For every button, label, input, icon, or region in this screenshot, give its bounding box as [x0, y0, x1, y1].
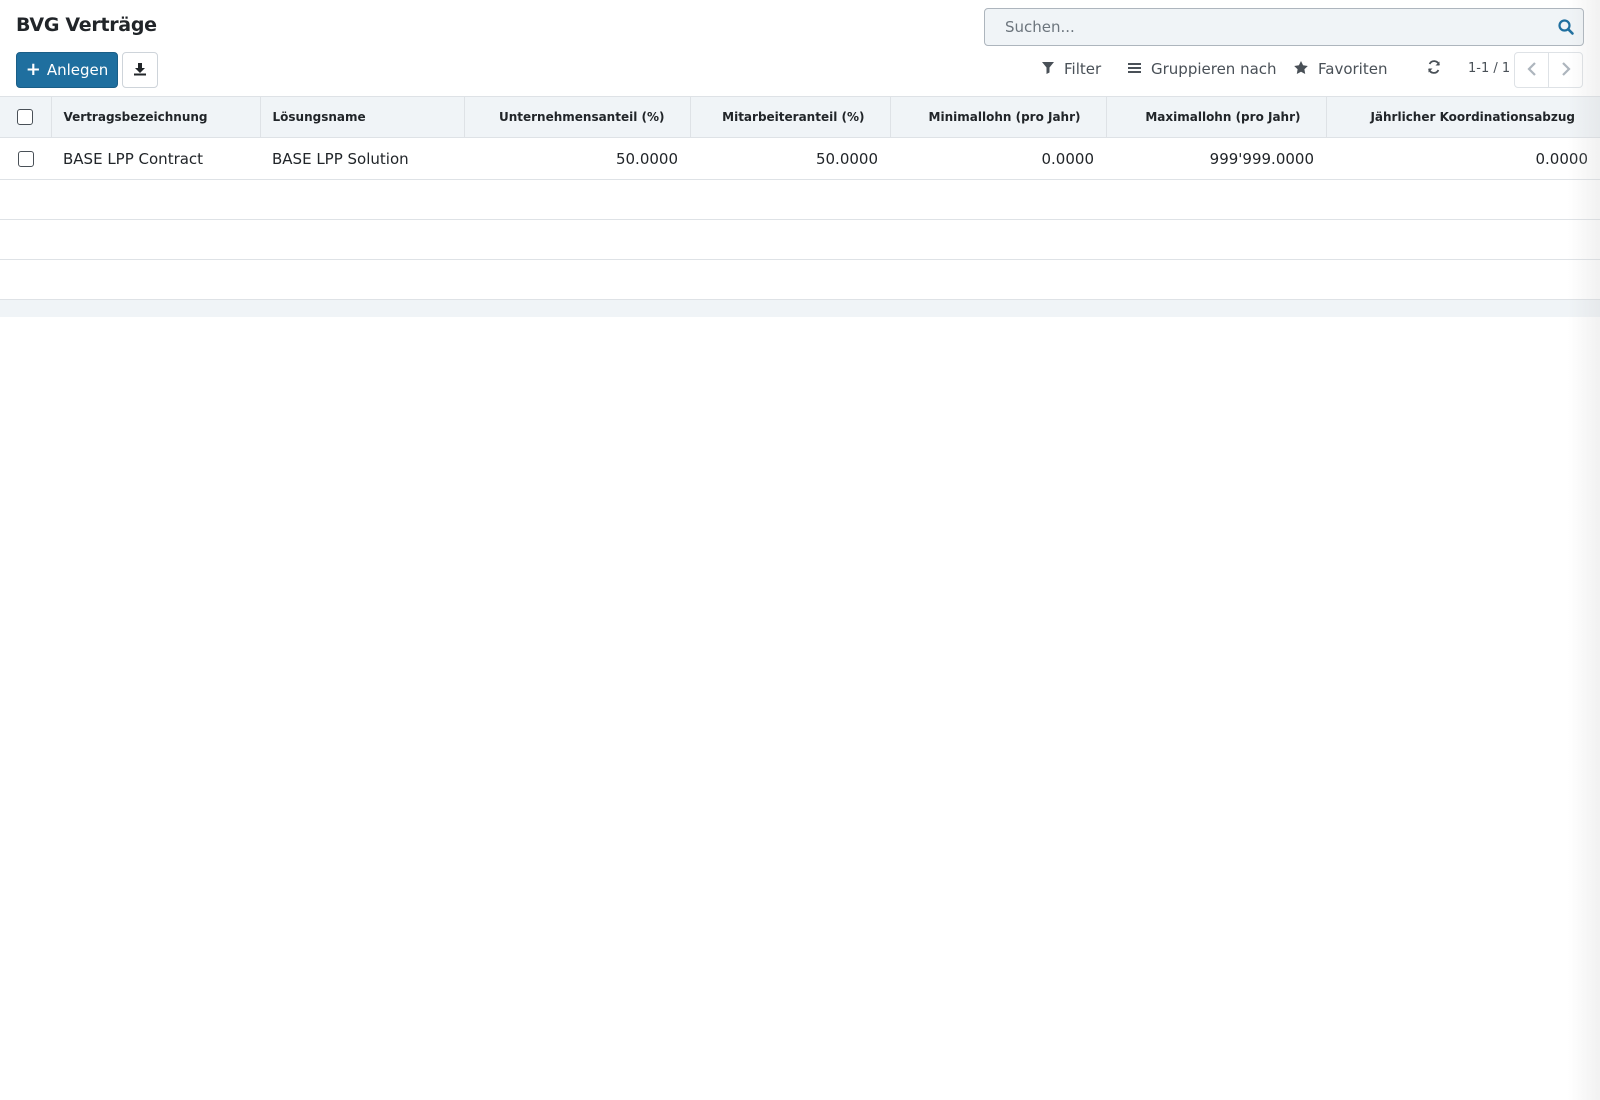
search-icon[interactable]: [1557, 18, 1575, 36]
column-header-min-wage[interactable]: Minimallohn (pro Jahr): [890, 96, 1107, 138]
column-header-solution-name[interactable]: Lösungsname: [260, 96, 465, 138]
cell-employee-share[interactable]: 50.0000: [690, 137, 890, 180]
pager-next-button[interactable]: [1548, 52, 1583, 88]
column-header-employee-share[interactable]: Mitarbeiteranteil (%): [690, 96, 891, 138]
empty-row: [0, 179, 1600, 220]
download-button[interactable]: [122, 52, 158, 88]
cell-min-wage[interactable]: 0.0000: [890, 137, 1106, 180]
download-icon: [133, 61, 147, 80]
cell-company-share[interactable]: 50.0000: [464, 137, 690, 180]
column-header-company-share[interactable]: Unternehmensanteil (%): [464, 96, 691, 138]
pager-previous-button[interactable]: [1514, 52, 1549, 88]
table-footer-row: [0, 299, 1600, 317]
select-all-checkbox[interactable]: [17, 109, 34, 125]
refresh-icon: [1427, 60, 1441, 78]
star-icon: [1294, 60, 1308, 78]
column-header-contract-name[interactable]: Vertragsbezeichnung: [51, 96, 261, 138]
group-by-button[interactable]: Gruppieren nach: [1128, 58, 1277, 80]
row-checkbox-cell[interactable]: [0, 137, 51, 180]
column-header-max-wage[interactable]: Maximallohn (pro Jahr): [1106, 96, 1327, 138]
cell-solution-name[interactable]: BASE LPP Solution: [260, 137, 464, 180]
filter-icon: [1042, 60, 1054, 78]
contracts-table: Vertragsbezeichnung Lösungsname Unterneh…: [0, 96, 1600, 317]
empty-row: [0, 259, 1600, 300]
chevron-left-icon: [1526, 61, 1537, 80]
column-header-coordination-deduction[interactable]: Jährlicher Koordinationsabzug: [1326, 96, 1600, 138]
favorites-label: Favoriten: [1318, 60, 1388, 78]
filter-button[interactable]: Filter: [1042, 58, 1101, 80]
cell-coordination-deduction[interactable]: 0.0000: [1326, 137, 1600, 180]
search-input[interactable]: [985, 9, 1545, 45]
plus-icon: +: [25, 59, 41, 80]
filter-label: Filter: [1064, 60, 1102, 78]
page-title: BVG Verträge: [16, 14, 157, 36]
cell-max-wage[interactable]: 999'999.0000: [1106, 137, 1326, 180]
group-by-label: Gruppieren nach: [1151, 60, 1277, 78]
create-button[interactable]: + Anlegen: [16, 52, 118, 88]
favorites-button[interactable]: Favoriten: [1294, 58, 1387, 80]
table-header-row: Vertragsbezeichnung Lösungsname Unterneh…: [0, 96, 1600, 138]
row-checkbox[interactable]: [17, 151, 34, 167]
cell-contract-name[interactable]: BASE LPP Contract: [51, 137, 260, 180]
select-all-checkbox-cell[interactable]: [0, 96, 52, 138]
search-box[interactable]: [984, 8, 1584, 46]
refresh-button[interactable]: [1427, 58, 1441, 80]
empty-row: [0, 219, 1600, 260]
chevron-right-icon: [1561, 61, 1571, 80]
list-icon: [1128, 60, 1141, 78]
table-row[interactable]: BASE LPP Contract BASE LPP Solution 50.0…: [0, 137, 1600, 180]
pager-value[interactable]: 1-1 / 1: [1468, 61, 1510, 76]
create-button-label: Anlegen: [46, 61, 109, 79]
